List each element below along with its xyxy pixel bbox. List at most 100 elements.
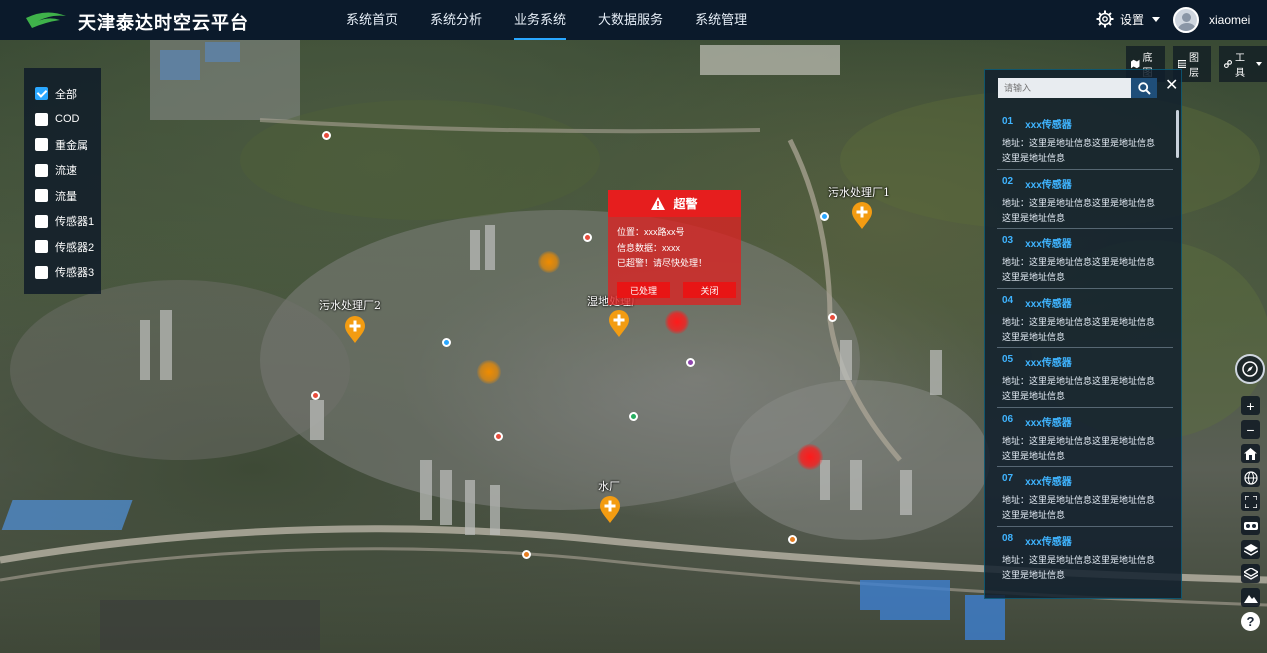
sensor-dot[interactable]	[442, 338, 451, 347]
sensor-address: 地址：这里是地址信息这里是地址信息这里是地址信息	[1002, 138, 1156, 163]
alarm-heat-marker[interactable]	[665, 310, 689, 334]
checkbox[interactable]	[35, 87, 48, 101]
top-header: 天津泰达时空云平台 系统首页 系统分析 业务系统 大数据服务 系统管理 设置 x…	[0, 0, 1267, 40]
filter-flow-rate[interactable]: 流量	[24, 183, 101, 209]
checkbox[interactable]	[35, 240, 48, 254]
sensor-dot[interactable]	[494, 432, 503, 441]
sensor-dot[interactable]	[820, 212, 829, 221]
vr-icon[interactable]	[1241, 516, 1260, 535]
fullscreen-icon[interactable]	[1241, 492, 1260, 511]
layer-stack-icon[interactable]	[1241, 540, 1260, 559]
scrollbar[interactable]	[1176, 110, 1179, 158]
checkbox[interactable]	[35, 138, 48, 152]
sensor-dot[interactable]	[828, 313, 837, 322]
globe-icon[interactable]	[1241, 468, 1260, 487]
tools-icon	[1224, 60, 1232, 68]
alarm-heat-marker[interactable]	[797, 444, 823, 470]
chevron-down-icon	[1152, 16, 1161, 22]
app-title: 天津泰达时空云平台	[78, 13, 249, 33]
sensor-list: 01 xxx传感器 地址：这里是地址信息这里是地址信息这里是地址信息 02 xxx传感…	[997, 110, 1173, 582]
sensor-dot[interactable]	[686, 358, 695, 367]
sensor-dot[interactable]	[322, 131, 331, 140]
compass-icon[interactable]	[1235, 354, 1265, 384]
sensor-address: 地址：这里是地址信息这里是地址信息这里是地址信息	[1002, 435, 1156, 461]
home-icon[interactable]	[1241, 444, 1260, 463]
heat-marker[interactable]	[477, 360, 501, 384]
checkbox[interactable]	[35, 112, 48, 126]
alarm-actions: 已处理 关闭	[617, 282, 736, 298]
list-item[interactable]: 05 xxx传感器 地址：这里是地址信息这里是地址信息这里是地址信息	[997, 348, 1173, 408]
sensor-number: 06	[1002, 413, 1014, 425]
sensor-number: 07	[1002, 473, 1014, 484]
list-item[interactable]: 08 xxx传感器地址：这里是地址信息这里是地址信息这里是地址信息	[997, 527, 1173, 583]
sensor-name: xxx传感器	[1025, 179, 1072, 191]
sensor-list-panel: ✕ 01xxx传感器地址：这里是地址信息这里是地址信息这里是地址信息 02xxx…	[984, 69, 1182, 599]
zoom-in-icon[interactable]: +	[1241, 396, 1260, 415]
alarm-message: 已超警！请尽快处理！	[617, 258, 708, 268]
plant-pin-icon[interactable]	[851, 202, 873, 230]
filter-sensor-2[interactable]: 传感器2	[24, 234, 101, 260]
filter-sensor-3[interactable]: 传感器3	[24, 260, 101, 286]
filter-all[interactable]: 全部	[24, 81, 101, 107]
heat-marker[interactable]	[538, 251, 560, 273]
search-bar	[998, 78, 1157, 98]
sensor-dot[interactable]	[311, 391, 320, 400]
list-item[interactable]: 04 xxx传感器 地址：这里是地址信息这里是地址信息这里是地址信息	[997, 289, 1173, 348]
filter-sensor-1[interactable]: 传感器1	[24, 209, 101, 235]
sensor-dot[interactable]	[583, 233, 592, 242]
sensor-dot[interactable]	[788, 535, 797, 544]
list-item[interactable]: 01 xxx传感器 地址：这里是地址信息这里是地址信息这里是地址信息	[997, 110, 1173, 170]
sensor-name: xxx传感器	[1025, 536, 1072, 548]
filter-flow-speed[interactable]: 流速	[24, 158, 101, 184]
sensor-dot[interactable]	[629, 412, 638, 421]
list-item[interactable]: 03 xxx传感器 地址：这里是地址信息这里是地址信息这里是地址信息	[997, 229, 1173, 289]
filter-heavy-metal[interactable]: 重金属	[24, 132, 101, 158]
plant-pin-icon[interactable]	[599, 496, 621, 524]
help-icon[interactable]: ?	[1241, 612, 1260, 631]
search-button[interactable]	[1131, 78, 1157, 98]
checkbox[interactable]	[35, 265, 48, 279]
list-item[interactable]: 02 xxx传感器 地址：这里是地址信息这里是地址信息这里是地址信息	[997, 170, 1173, 229]
layers-icon	[1177, 60, 1186, 68]
checkbox[interactable]	[35, 189, 48, 203]
list-item[interactable]: 06 xxx传感器地址：这里是地址信息这里是地址信息这里是地址信息	[997, 408, 1173, 467]
nav-item-bigdata[interactable]: 大数据服务	[582, 0, 679, 40]
zoom-out-icon[interactable]: −	[1241, 420, 1260, 439]
filter-cod[interactable]: COD	[24, 107, 101, 133]
nav-item-analysis[interactable]: 系统分析	[414, 0, 498, 40]
settings-menu[interactable]: 设置	[1096, 10, 1161, 28]
sensor-dot[interactable]	[522, 550, 531, 559]
checkbox[interactable]	[35, 163, 48, 177]
nav-item-business[interactable]: 业务系统	[498, 0, 582, 40]
alarm-body: 位置：xxx路xx号 信息数据：xxxx 已超警！请尽快处理！	[608, 217, 741, 272]
layers-label: 图层	[1189, 53, 1199, 79]
handled-button[interactable]: 已处理	[617, 282, 670, 298]
map-icon	[1131, 59, 1140, 69]
plant-pin-icon[interactable]	[608, 310, 630, 338]
tools-button[interactable]: 工具	[1219, 46, 1267, 82]
sensor-address: 地址：这里是地址信息这里是地址信息这里是地址信息	[1002, 554, 1156, 580]
close-icon[interactable]: ✕	[1165, 78, 1178, 94]
list-item[interactable]: 07 xxx传感器 地址：这里是地址信息这里是地址信息这里是地址信息	[997, 467, 1173, 527]
settings-label: 设置	[1120, 12, 1145, 27]
sensor-address: 地址：这里是地址信息这里是地址信息这里是地址信息	[1002, 257, 1156, 282]
checkbox[interactable]	[35, 214, 48, 228]
nav-item-admin[interactable]: 系统管理	[679, 0, 763, 40]
tools-label: 工具	[1235, 53, 1245, 79]
terrain-layer-icon[interactable]	[1241, 564, 1260, 583]
nav-item-home[interactable]: 系统首页	[330, 0, 414, 40]
sensor-name: xxx传感器	[1025, 417, 1072, 429]
close-button[interactable]: 关闭	[683, 282, 736, 298]
user-menu[interactable]: xiaomei	[1173, 7, 1250, 33]
alarm-popup: 超警 位置：xxx路xx号 信息数据：xxxx 已超警！请尽快处理！ 已处理 关…	[608, 190, 741, 305]
filter-label: 传感器2	[55, 241, 95, 254]
sensor-number: 01	[1002, 116, 1014, 127]
chevron-down-icon	[1256, 62, 1262, 66]
mountain-icon[interactable]	[1241, 588, 1260, 607]
sensor-number: 08	[1002, 532, 1014, 544]
plant-pin-icon[interactable]	[344, 316, 366, 344]
search-icon	[1137, 81, 1151, 95]
search-input[interactable]	[998, 78, 1131, 98]
sensor-number: 03	[1002, 235, 1014, 246]
sensor-name: xxx传感器	[1025, 358, 1072, 369]
